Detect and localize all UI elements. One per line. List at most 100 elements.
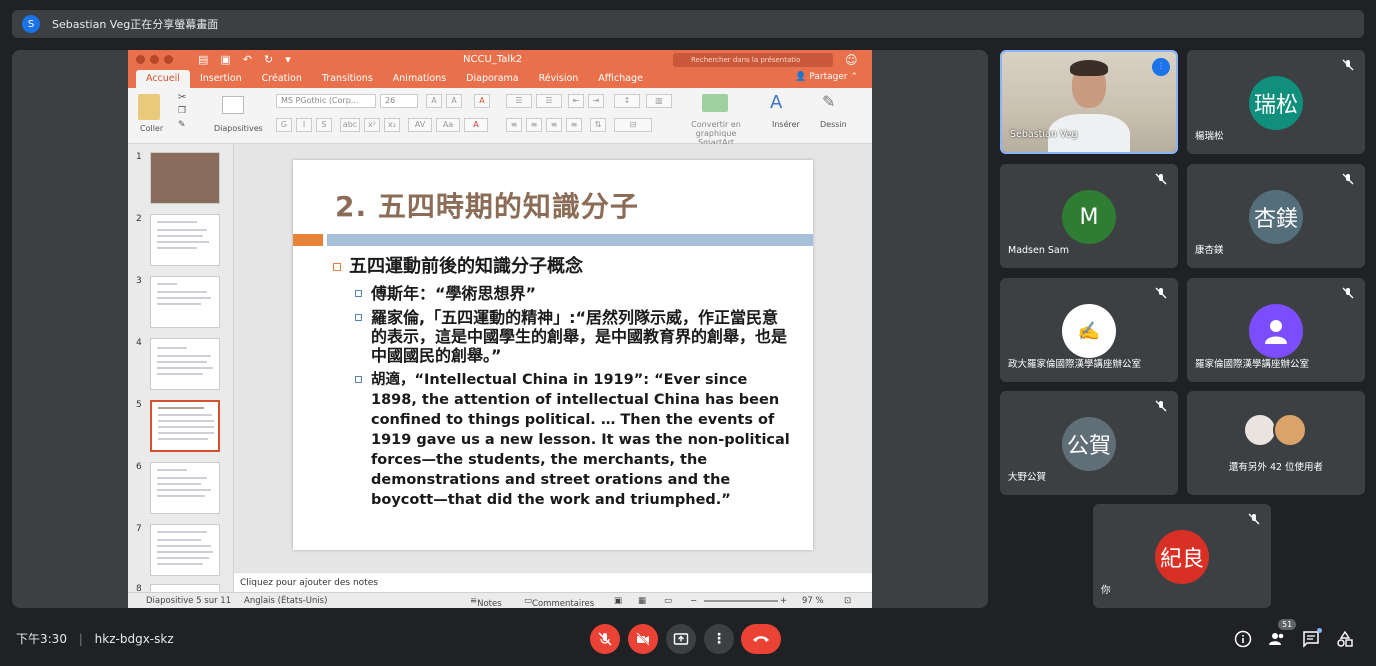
call-controls-bar: 下午3:30 | hkz-bdgx-skz ⋮ 51	[0, 612, 1376, 666]
window-controls[interactable]	[136, 55, 173, 64]
thumb-number: 1	[136, 152, 142, 162]
cut-icon[interactable]: ✂	[178, 92, 186, 103]
indent-icon[interactable]: ⇥	[588, 94, 604, 108]
slide-thumb-5[interactable]	[150, 400, 220, 452]
tab-transitions[interactable]: Transitions	[312, 73, 383, 88]
smartart-icon[interactable]	[702, 94, 728, 112]
increase-font-icon[interactable]: A	[426, 94, 442, 108]
participant-tile[interactable]: 杏鎂 康杏鎂	[1187, 164, 1365, 268]
bold-icon[interactable]: G	[276, 118, 292, 132]
slide-thumb-6[interactable]	[150, 462, 220, 514]
decrease-font-icon[interactable]: A	[446, 94, 462, 108]
share-button[interactable]: 👤 Partager ⌃	[795, 72, 858, 82]
reading-view-icon[interactable]: ▭	[664, 596, 672, 606]
slide-thumb-1[interactable]	[150, 152, 220, 204]
participant-tile[interactable]: M Madsen Sam	[1000, 164, 1178, 268]
subscript-icon[interactable]: x₂	[384, 118, 400, 132]
tab-creation[interactable]: Création	[252, 73, 312, 88]
search-input[interactable]: Rechercher dans la présentatio	[673, 53, 833, 67]
notes-input[interactable]: Cliquez pour ajouter des notes	[234, 572, 872, 592]
meeting-details-button[interactable]	[1232, 628, 1254, 650]
bullets-icon[interactable]: ☰	[506, 94, 532, 108]
calligraphy-logo: ✍	[1062, 304, 1116, 358]
align-right-icon[interactable]: ≡	[546, 118, 562, 132]
char-spacing-icon[interactable]: AV	[408, 118, 432, 132]
end-call-button[interactable]	[741, 624, 781, 654]
undo-icon[interactable]: ↶	[243, 53, 252, 66]
mic-toggle-button[interactable]	[590, 624, 620, 654]
tab-animations[interactable]: Animations	[383, 73, 456, 88]
tab-revision[interactable]: Révision	[529, 73, 589, 88]
draw-icon[interactable]: ✎	[822, 92, 835, 111]
notes-toggle[interactable]: ≡ Notes	[470, 596, 502, 608]
sidebar-icon[interactable]: ▤	[198, 53, 208, 66]
participant-tile[interactable]: 公賀 大野公賀	[1000, 391, 1178, 495]
participant-tile[interactable]: 羅家倫國際漢學講座辦公室	[1187, 278, 1365, 382]
save-icon[interactable]: ▣	[220, 53, 230, 66]
people-button[interactable]: 51	[1266, 619, 1297, 650]
tab-affichage[interactable]: Affichage	[588, 73, 653, 88]
layout-icon[interactable]	[222, 96, 244, 114]
zoom-slider[interactable]	[704, 600, 778, 602]
insert-label: Insérer	[772, 120, 800, 129]
square-bullet-icon	[355, 376, 362, 383]
comments-toggle[interactable]: ▭ Commentaires	[524, 596, 594, 608]
tab-insertion[interactable]: Insertion	[190, 73, 252, 88]
tab-accueil[interactable]: Accueil	[136, 70, 190, 88]
draw-label: Dessin	[820, 120, 847, 129]
quick-access[interactable]: ▤ ▣ ↶ ↻ ▾	[198, 53, 291, 66]
more-options-button[interactable]: ⋮	[704, 624, 734, 654]
camera-off-icon	[636, 632, 650, 646]
font-size-select[interactable]: 26	[380, 94, 418, 108]
redo-icon[interactable]: ↻	[264, 53, 273, 66]
align-center-icon[interactable]: ≡	[526, 118, 542, 132]
slide-thumb-4[interactable]	[150, 338, 220, 390]
copy-icon[interactable]: ❐	[178, 106, 186, 116]
strike-icon[interactable]: abc	[340, 118, 360, 132]
underline-icon[interactable]: S	[316, 118, 332, 132]
format-painter-icon[interactable]: ✎	[178, 120, 186, 130]
participant-tile-presenter[interactable]: ⫶ Sebastian Veg	[1000, 50, 1178, 154]
line-spacing-icon[interactable]: ↕	[614, 94, 640, 108]
zoom-level[interactable]: 97 %	[802, 596, 824, 606]
chat-button[interactable]	[1300, 628, 1322, 650]
participant-avatar-small	[1243, 413, 1277, 447]
justify-icon[interactable]: ≡	[566, 118, 582, 132]
italic-icon[interactable]: I	[296, 118, 312, 132]
mic-off-icon	[1155, 400, 1167, 412]
tab-diaporama[interactable]: Diaporama	[456, 73, 528, 88]
zoom-in-icon[interactable]: +	[780, 596, 787, 606]
language-status[interactable]: Anglais (États-Unis)	[244, 596, 327, 606]
columns-icon[interactable]: ▥	[646, 94, 672, 108]
align-left-icon[interactable]: ≡	[506, 118, 522, 132]
camera-toggle-button[interactable]	[628, 624, 658, 654]
font-color-icon[interactable]: A	[464, 118, 488, 132]
font-select[interactable]: MS PGothic (Corp...	[276, 94, 376, 108]
numbering-icon[interactable]: ☰	[536, 94, 562, 108]
align-text-icon[interactable]: ⊟	[614, 118, 652, 132]
change-case-icon[interactable]: Aa	[436, 118, 460, 132]
slide-thumb-2[interactable]	[150, 214, 220, 266]
activities-button[interactable]	[1334, 628, 1356, 650]
outdent-icon[interactable]: ⇤	[568, 94, 584, 108]
paste-icon[interactable]	[138, 94, 160, 120]
clear-format-icon[interactable]: A	[474, 94, 490, 108]
fit-window-icon[interactable]: ⊡	[844, 596, 851, 606]
text-direction-icon[interactable]: ⇅	[590, 118, 606, 132]
present-screen-button[interactable]	[666, 624, 696, 654]
meeting-info: 下午3:30 | hkz-bdgx-skz	[16, 630, 174, 647]
slide-thumb-7[interactable]	[150, 524, 220, 576]
participant-tile[interactable]: ✍ 政大羅家倫國際漢學講座辦公室	[1000, 278, 1178, 382]
current-slide[interactable]: 2. 五四時期的知識分子 五四運動前後的知識分子概念 傅斯年：“學術思想界” 羅…	[293, 160, 813, 550]
participant-tile[interactable]: 瑞松 楊瑞松	[1187, 50, 1365, 154]
normal-view-icon[interactable]: ▣	[614, 596, 622, 606]
more-participants-tile[interactable]: 還有另外 42 位使用者	[1187, 391, 1365, 495]
insert-icon[interactable]: A	[770, 92, 782, 113]
customize-icon[interactable]: ▾	[285, 53, 291, 66]
superscript-icon[interactable]: x²	[364, 118, 380, 132]
slide-thumb-3[interactable]	[150, 276, 220, 328]
sorter-view-icon[interactable]: ▦	[638, 596, 646, 606]
zoom-out-icon[interactable]: −	[690, 596, 697, 606]
self-tile[interactable]: 紀良 你	[1093, 504, 1271, 608]
feedback-icon[interactable]: ☺	[845, 53, 858, 67]
